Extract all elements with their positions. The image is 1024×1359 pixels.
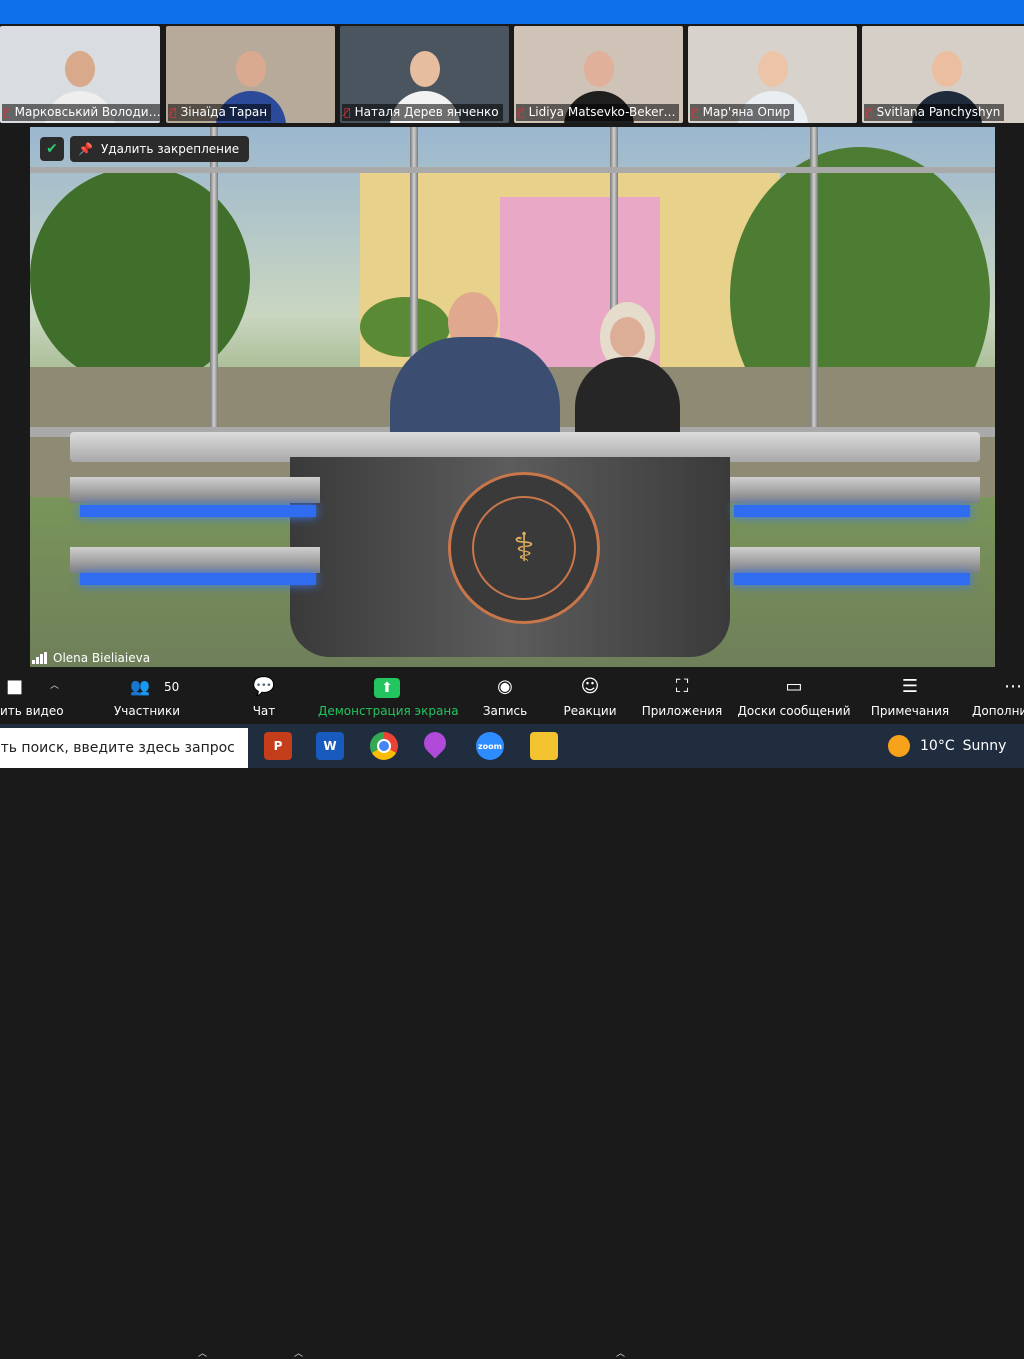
participant-name-label: 🎙̸ Марковський Володи… (2, 104, 160, 121)
record-button[interactable]: ◉ Запись (478, 668, 532, 724)
share-screen-icon: ⬆ (374, 678, 400, 698)
stop-video-button[interactable]: ■ ︿ ить видео (0, 668, 64, 724)
record-icon: ◉ (497, 676, 513, 697)
more-icon: ⋯ (1004, 676, 1022, 697)
file-explorer-icon[interactable] (530, 732, 558, 760)
share-screen-button[interactable]: ⬆ Демонстрация экрана (318, 668, 459, 724)
participant-tile[interactable]: 🎙̸ Зінаїда Таран (166, 26, 335, 123)
participant-name: Наталя Дерев янченко (354, 105, 499, 119)
participant-name-label: 🎙̸ Мар'яна Опир (690, 104, 795, 121)
smiley-plus-icon: ☺ (580, 676, 600, 697)
word-icon[interactable]: W (316, 732, 344, 760)
participant-name: Мар'яна Опир (702, 105, 791, 119)
whiteboards-button[interactable]: ▭ Доски сообщений (736, 668, 852, 724)
apps-button[interactable]: ⛶ Приложения (640, 668, 724, 724)
security-shield-icon[interactable]: ✔ (40, 137, 64, 161)
notes-button[interactable]: ☰ Примечания (866, 668, 954, 724)
participants-icon: 👥 (130, 677, 150, 696)
participant-name: Lidiya Matsevko-Beker… (528, 105, 676, 119)
participant-name-label: 🎙̸ Svitlana Panchyshyn (864, 104, 1005, 121)
participants-count: 50 (164, 680, 180, 694)
participant-name-label: 🎙̸ Наталя Дерев янченко (342, 104, 503, 121)
unpin-button[interactable]: 📌 Удалить закрепление (70, 136, 250, 162)
participant-name: Зінаїда Таран (180, 105, 268, 119)
weather-widget[interactable]: 10°C Sunny (888, 734, 1006, 758)
speaker-name: Olena Bieliaieva (53, 651, 151, 665)
speaker-label: Olena Bieliaieva (32, 650, 150, 666)
weather-condition: Sunny (962, 738, 1007, 754)
chat-button[interactable]: 💬 Чат (240, 668, 288, 724)
presenter-man (390, 292, 560, 437)
zoom-icon[interactable]: zoom (476, 732, 504, 760)
chat-bubble-icon: 💬 (252, 676, 276, 697)
mic-muted-icon: 🎙̸ (518, 106, 525, 119)
participant-tile[interactable]: 🎙̸ Марковський Володи… (0, 26, 160, 123)
apps-icon: ⛶ (675, 676, 689, 697)
chrome-icon[interactable] (370, 732, 398, 760)
more-button[interactable]: ⋯ Дополни (968, 668, 1024, 724)
mic-muted-icon: 🎙̸ (866, 106, 873, 119)
participant-tile[interactable]: 🎙̸ Lidiya Matsevko-Beker… (514, 26, 683, 123)
chevron-up-icon[interactable]: ︿ (198, 1346, 207, 1359)
participant-name-label: 🎙̸ Lidiya Matsevko-Beker… (516, 104, 680, 121)
signal-bars-icon (32, 652, 47, 664)
pinned-video[interactable]: ⚕ (30, 127, 995, 667)
meeting-toolbar: ■ ︿ ить видео 👥 50 Участники ︿ 💬 Чат ︿ ⬆… (0, 668, 1024, 1359)
notes-icon: ☰ (901, 676, 919, 697)
powerpoint-icon[interactable]: P (264, 732, 292, 760)
chevron-up-icon[interactable]: ︿ (50, 678, 59, 691)
mic-muted-icon: 🎙̸ (344, 106, 351, 119)
mic-muted-icon: 🎙̸ (692, 106, 699, 119)
pin-icon: 📌 (78, 142, 93, 156)
participant-name-label: 🎙̸ Зінаїда Таран (168, 104, 272, 121)
participant-name: Марковський Володи… (14, 105, 160, 119)
mic-muted-icon: 🎙̸ (4, 106, 11, 119)
sun-icon (888, 735, 910, 757)
chevron-up-icon[interactable]: ︿ (616, 1346, 625, 1359)
participant-tile[interactable]: 🎙̸ Svitlana Panchyshyn (862, 26, 1024, 123)
presenter-woman (575, 302, 680, 432)
temperature: 10°C (920, 738, 955, 754)
taskbar-search-input[interactable]: ать поиск, введите здесь запрос (0, 728, 248, 768)
unpin-label: Удалить закрепление (100, 142, 240, 156)
university-seal: ⚕ (448, 472, 600, 624)
whiteboard-icon: ▭ (785, 676, 803, 697)
participant-name: Svitlana Panchyshyn (876, 105, 1001, 119)
mic-muted-icon: 🎙̸ (170, 106, 177, 119)
participants-button[interactable]: 👥 50 Участники (108, 668, 186, 724)
participant-tile[interactable]: 🎙̸ Наталя Дерев янченко (340, 26, 509, 123)
chevron-up-icon[interactable]: ︿ (294, 1346, 303, 1359)
window-title-bar (0, 0, 1024, 24)
participant-tile[interactable]: 🎙̸ Мар'яна Опир (688, 26, 857, 123)
video-camera-icon: ■ (6, 676, 24, 697)
reactions-button[interactable]: ☺ Реакции (560, 668, 620, 724)
